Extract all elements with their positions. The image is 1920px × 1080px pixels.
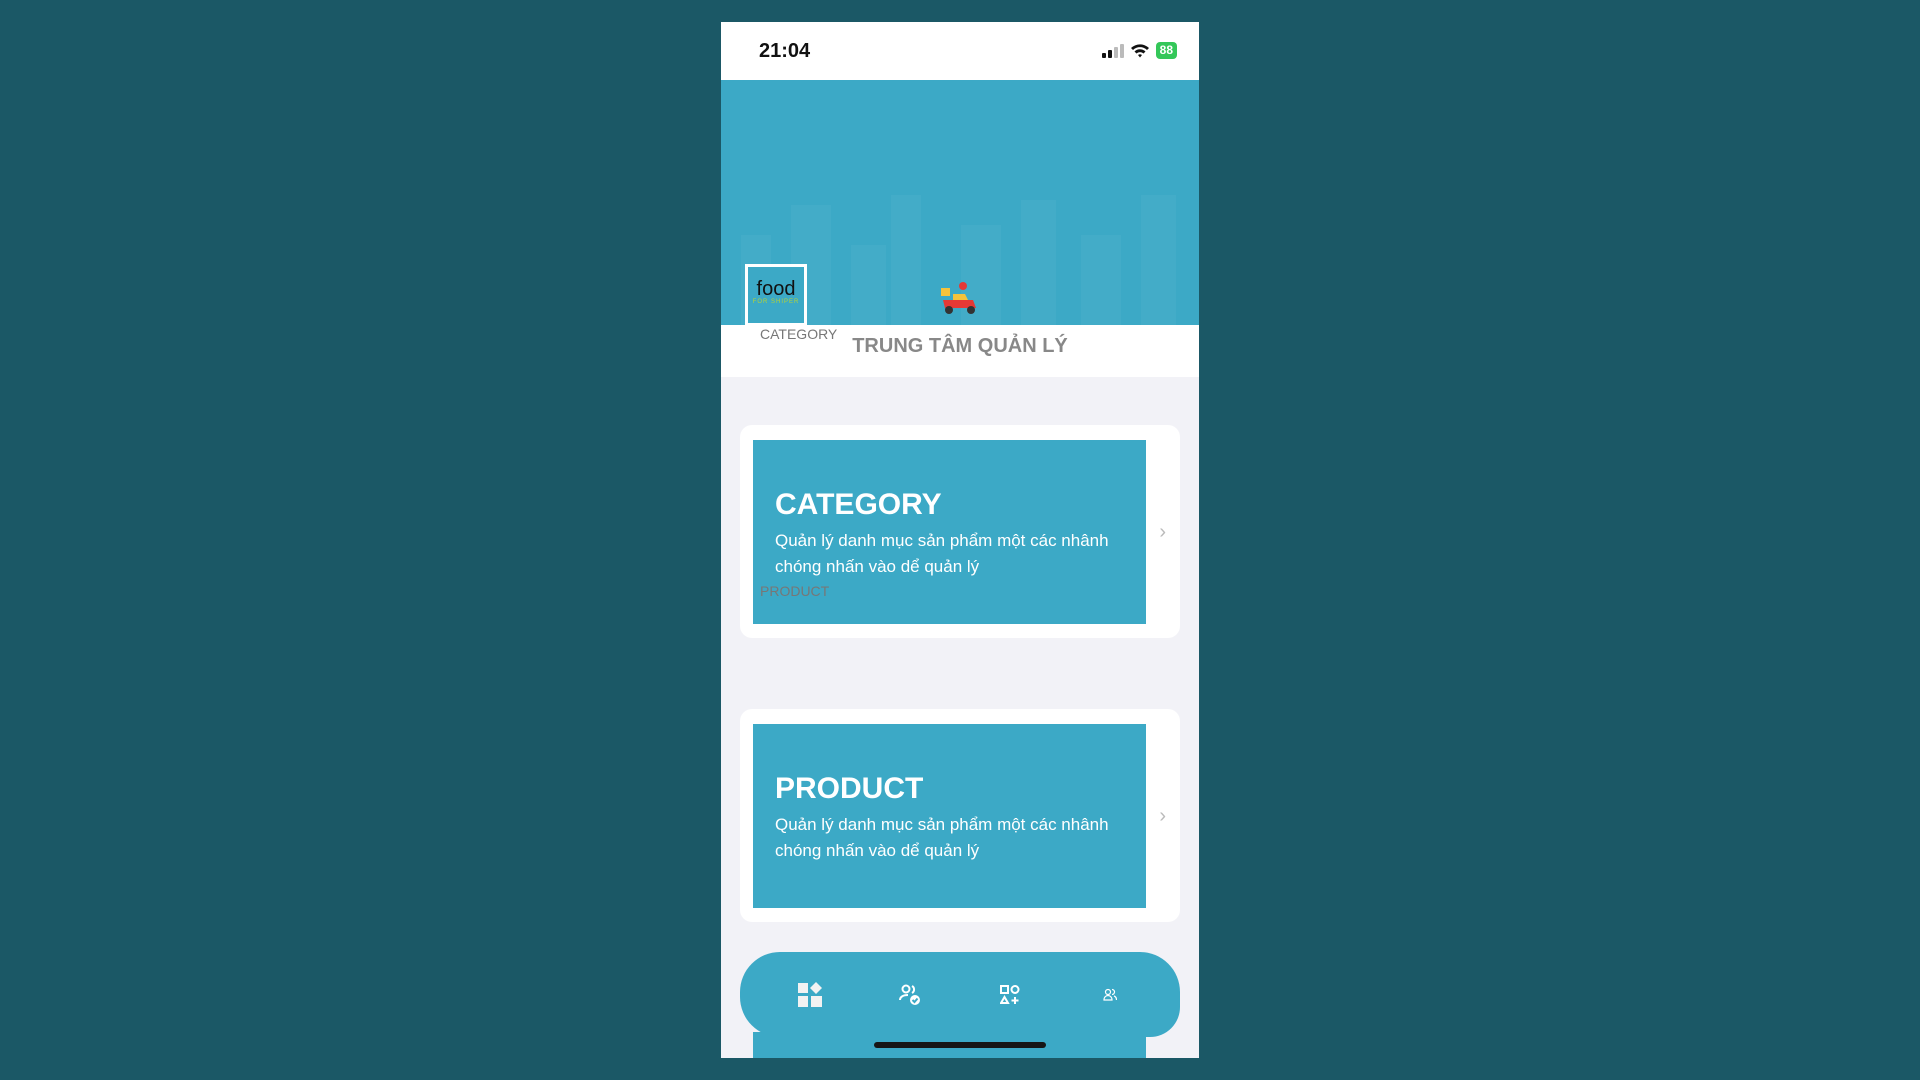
- tab-bar: [740, 952, 1180, 1037]
- section-label-product: PRODUCT: [760, 583, 830, 599]
- wifi-icon: [1130, 44, 1149, 58]
- app-logo: food FOR SHIPER: [745, 264, 807, 325]
- phone-screen: 21:04 88 food FOR SHIPER TRUNG TÂM QUẢN …: [721, 22, 1199, 1058]
- users-icon: [1103, 988, 1117, 1001]
- shapes-add-icon: [1000, 984, 1020, 1004]
- delivery-scooter-icon: [941, 282, 976, 314]
- chevron-right-icon: ›: [1159, 521, 1166, 543]
- user-check-icon: [899, 984, 920, 1005]
- product-card[interactable]: PRODUCT Quản lý danh mục sản phẩm một cá…: [740, 709, 1180, 922]
- dashboard-icon: [798, 981, 822, 1007]
- status-time: 21:04: [759, 40, 811, 62]
- card-title: CATEGORY: [775, 488, 942, 521]
- status-bar: 21:04 88: [721, 22, 1199, 80]
- card-title: PRODUCT: [775, 772, 924, 805]
- card-description: Quản lý danh mục sản phẩm một các nhânh …: [775, 531, 1109, 576]
- battery-indicator: 88: [1155, 42, 1177, 59]
- tab-user-check[interactable]: [890, 975, 930, 1015]
- tab-shapes-add[interactable]: [990, 975, 1030, 1015]
- header-banner: food FOR SHIPER: [721, 80, 1199, 325]
- tab-dashboard[interactable]: [790, 975, 830, 1015]
- section-label-category: CATEGORY: [760, 326, 838, 342]
- signal-icon: [1101, 43, 1124, 58]
- tab-users[interactable]: [1090, 975, 1130, 1015]
- home-indicator[interactable]: [874, 1042, 1046, 1048]
- chevron-right-icon: ›: [1159, 805, 1166, 827]
- card-description: Quản lý danh mục sản phẩm một các nhânh …: [775, 815, 1109, 860]
- category-card[interactable]: CATEGORY Quản lý danh mục sản phẩm một c…: [740, 425, 1180, 638]
